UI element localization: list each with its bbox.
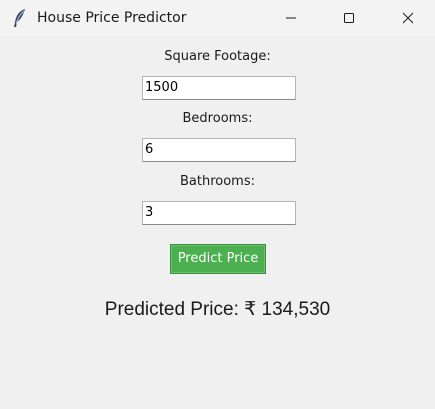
form-area: Square Footage: 1500 Bedrooms: 6 Bathroo… (0, 36, 435, 409)
minimize-button[interactable] (268, 0, 314, 36)
title-bar[interactable]: House Price Predictor (0, 0, 435, 36)
window-title: House Price Predictor (37, 10, 187, 26)
bathrooms-label: Bathrooms: (179, 174, 255, 189)
feather-icon (12, 8, 28, 28)
app-window: House Price Predictor Square Footage: 15… (0, 0, 435, 409)
maximize-button[interactable] (326, 0, 372, 36)
predicted-price-text: Predicted Price: ₹ 134,530 (104, 299, 331, 320)
bedrooms-label: Bedrooms: (182, 111, 253, 126)
minimize-icon (286, 17, 296, 19)
square-footage-label: Square Footage: (164, 49, 271, 64)
predict-price-button[interactable]: Predict Price (170, 244, 266, 274)
close-button[interactable] (385, 0, 431, 36)
square-footage-input[interactable]: 1500 (142, 76, 296, 100)
bathrooms-input[interactable]: 3 (142, 201, 296, 225)
close-icon (402, 12, 414, 24)
maximize-icon (344, 13, 354, 23)
bedrooms-input[interactable]: 6 (142, 138, 296, 162)
